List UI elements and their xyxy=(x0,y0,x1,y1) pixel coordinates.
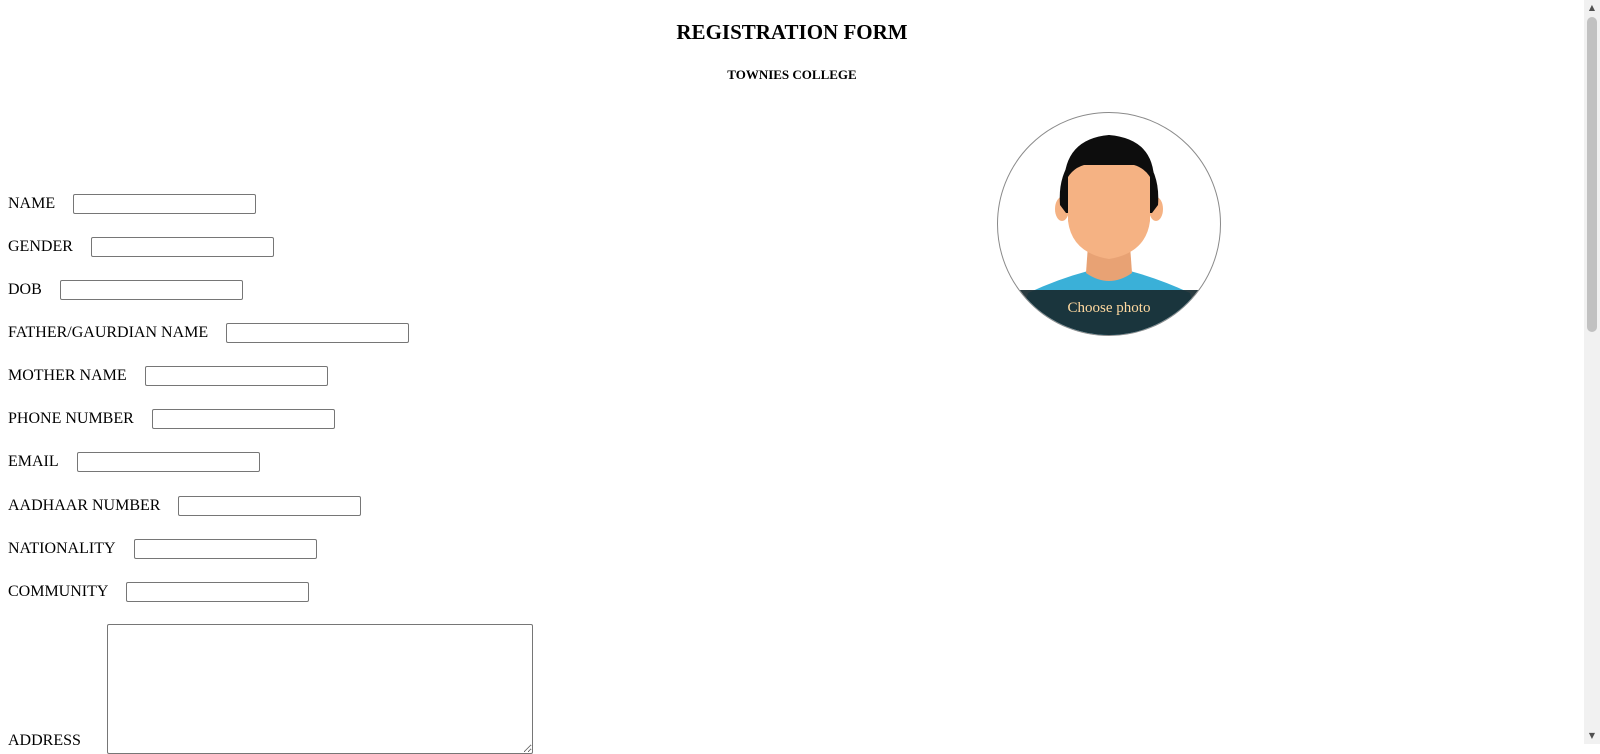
aadhaar-number-label: AADHAAR NUMBER xyxy=(8,497,161,514)
phone-number-label: PHONE NUMBER xyxy=(8,410,134,427)
name-input[interactable] xyxy=(73,194,257,214)
name-row: NAME xyxy=(8,193,257,215)
aadhaar-number-input[interactable] xyxy=(178,496,362,516)
dob-row: DOB xyxy=(8,279,243,301)
father-name-label: FATHER/GAURDIAN NAME xyxy=(8,324,209,341)
father-name-row: FATHER/GAURDIAN NAME xyxy=(8,322,410,344)
nationality-label: NATIONALITY xyxy=(8,540,116,557)
mother-name-label: MOTHER NAME xyxy=(8,367,127,384)
community-label: COMMUNITY xyxy=(8,583,109,600)
aadhaar-number-row: AADHAAR NUMBER xyxy=(8,495,362,517)
gender-label: GENDER xyxy=(8,238,73,255)
scroll-down-icon[interactable]: ▼ xyxy=(1584,728,1600,744)
vertical-scrollbar[interactable]: ▲ ▼ xyxy=(1584,0,1600,744)
gender-row: GENDER xyxy=(8,236,274,258)
photo-upload[interactable]: Choose photo xyxy=(997,112,1221,336)
email-input[interactable] xyxy=(76,452,260,472)
mother-name-row: MOTHER NAME xyxy=(8,365,328,387)
community-row: COMMUNITY xyxy=(8,581,310,603)
registration-page: REGISTRATION FORM TOWNIES COLLEGE NAME G… xyxy=(0,0,1584,754)
college-name: TOWNIES COLLEGE xyxy=(727,67,857,82)
nationality-input[interactable] xyxy=(133,539,317,559)
phone-number-input[interactable] xyxy=(151,409,335,429)
community-input[interactable] xyxy=(126,582,310,602)
nationality-row: NATIONALITY xyxy=(8,538,317,560)
scroll-up-icon[interactable]: ▲ xyxy=(1584,0,1600,16)
page-title: REGISTRATION FORM xyxy=(676,20,908,44)
choose-photo-label[interactable]: Choose photo xyxy=(998,290,1220,335)
name-label: NAME xyxy=(8,195,56,212)
dob-label: DOB xyxy=(8,281,42,298)
address-label: ADDRESS xyxy=(8,732,81,749)
email-row: EMAIL xyxy=(8,451,260,473)
phone-number-row: PHONE NUMBER xyxy=(8,408,335,430)
dob-input[interactable] xyxy=(59,280,243,300)
scroll-thumb[interactable] xyxy=(1587,17,1597,332)
email-label: EMAIL xyxy=(8,453,59,470)
mother-name-input[interactable] xyxy=(144,366,328,386)
gender-input[interactable] xyxy=(90,237,274,257)
address-textarea[interactable] xyxy=(107,624,533,754)
father-name-input[interactable] xyxy=(226,323,410,343)
